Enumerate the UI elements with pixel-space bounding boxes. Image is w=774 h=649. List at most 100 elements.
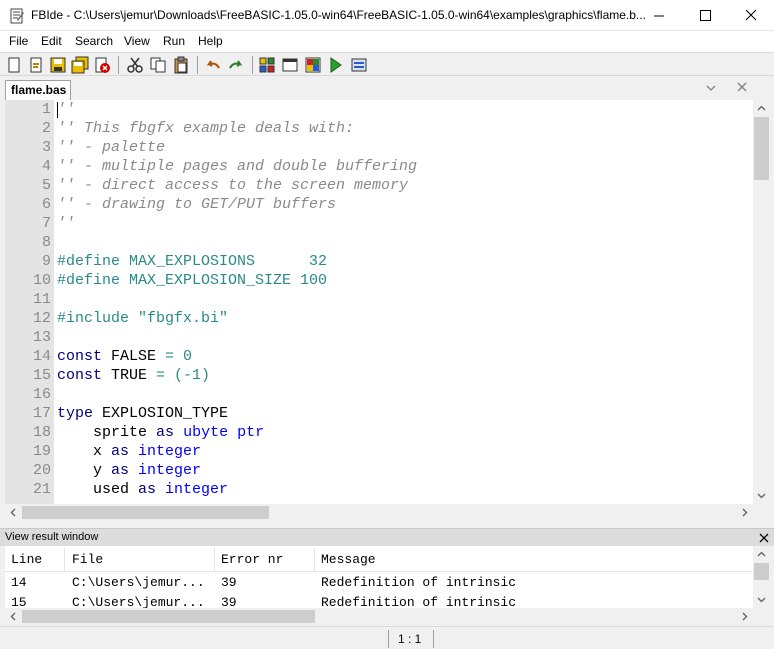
code-token: as [156,424,175,441]
scroll-down-icon[interactable] [753,487,770,504]
line-number: 12 [32,310,51,327]
code-token: '' - multiple pages and double buffering [57,158,418,175]
code-line[interactable]: 9 #define MAX_EXPLOSIONS 32 [5,252,753,271]
editor-horizontal-scrollbar[interactable] [5,504,770,521]
line-number: 19 [32,443,51,460]
menu-view[interactable]: View [124,34,150,48]
compile-run-button[interactable] [304,56,322,74]
tab-flame-bas[interactable]: flame.bas [5,80,71,100]
code-line[interactable]: 21 used as integer [5,480,753,499]
result-horizontal-scroll-thumb[interactable] [22,610,315,623]
result-vertical-scrollbar[interactable] [753,546,770,608]
close-tab-icon[interactable] [736,81,748,93]
code-line[interactable]: 15 const TRUE = (-1) [5,366,753,385]
code-line[interactable]: 4 '' - multiple pages and double bufferin… [5,157,753,176]
scroll-right-icon[interactable] [736,608,753,625]
cut-button[interactable] [126,56,144,74]
save-all-icon [71,56,89,74]
code-line[interactable]: 12 #include "fbgfx.bi" [5,309,753,328]
menu-help[interactable]: Help [198,34,223,48]
menu-run[interactable]: Run [163,34,185,48]
result-vertical-scroll-thumb[interactable] [754,563,769,580]
redo-button[interactable] [227,56,245,74]
scroll-up-icon[interactable] [753,546,770,563]
column-header-file[interactable]: File [72,552,103,567]
menu-file[interactable]: File [9,34,28,48]
save-all-button[interactable] [71,56,89,74]
code-line[interactable]: 2 '' This fbgfx example deals with: [5,119,753,138]
code-line[interactable]: 17 type EXPLOSION_TYPE [5,404,753,423]
console-button[interactable] [350,56,368,74]
column-divider[interactable] [314,548,315,572]
cell-line: 15 [11,595,27,608]
code-text: '' - palette [57,138,165,157]
line-number: 1 [41,101,51,118]
line-number: 5 [41,177,51,194]
code-line[interactable]: 19 x as integer [5,442,753,461]
copy-button[interactable] [149,56,167,74]
column-divider[interactable] [64,548,65,572]
output-window-button[interactable] [281,56,299,74]
code-line[interactable]: 10 #define MAX_EXPLOSION_SIZE 100 [5,271,753,290]
code-token: '' This fbgfx example deals with: [57,120,355,137]
line-number: 15 [32,367,51,384]
close-file-button[interactable] [93,56,111,74]
new-file-button[interactable] [5,56,23,74]
scroll-left-icon[interactable] [5,608,22,625]
line-number: 9 [41,253,51,270]
close-window-button[interactable] [728,0,774,31]
code-line[interactable]: 11 [5,290,753,309]
scroll-left-icon[interactable] [5,504,22,521]
column-header-message[interactable]: Message [321,552,376,567]
paste-button[interactable] [172,56,190,74]
code-token: as [111,462,130,479]
column-header-error-nr[interactable]: Error nr [221,552,283,567]
code-line[interactable]: 1 '' [5,100,753,119]
undo-button[interactable] [204,56,222,74]
code-line[interactable]: 20 y as integer [5,461,753,480]
editor-horizontal-scroll-thumb[interactable] [22,506,269,519]
chevron-down-icon[interactable] [705,83,717,93]
run-icon [330,57,342,73]
run-button[interactable] [327,56,345,74]
scroll-up-icon[interactable] [753,100,770,117]
line-number: 4 [41,158,51,175]
minimize-button[interactable] [636,0,682,31]
open-file-button[interactable] [27,56,45,74]
code-line[interactable]: 7 '' [5,214,753,233]
code-line[interactable]: 13 [5,328,753,347]
column-header-line[interactable]: Line [11,552,42,567]
code-editor[interactable]: 1 '' 2 '' This fbgfx example deals with: 3 ''… [5,100,753,504]
code-token: type [57,405,94,422]
code-line[interactable]: 3 '' - palette [5,138,753,157]
editor-vertical-scrollbar[interactable] [753,100,770,504]
line-number: 2 [41,120,51,137]
new-file-icon [8,57,20,73]
close-icon[interactable] [759,533,769,543]
menu-search[interactable]: Search [75,34,113,48]
code-line[interactable]: 8 [5,233,753,252]
editor-vertical-scroll-thumb[interactable] [754,117,769,180]
scroll-down-icon[interactable] [753,591,770,608]
save-button[interactable] [49,56,67,74]
code-text: '' - drawing to GET/PUT buffers [57,195,336,214]
compile-button[interactable] [258,56,276,74]
table-row[interactable]: 14 C:\Users\jemur... 39 Redefinition of … [5,572,753,592]
menu-edit[interactable]: Edit [41,34,62,48]
result-horizontal-scrollbar[interactable] [5,608,770,625]
column-divider[interactable] [214,548,215,572]
title-bar: FBIde - C:\Users\jemur\Downloads\FreeBAS… [0,0,774,31]
code-text: '' This fbgfx example deals with: [57,119,354,138]
code-line[interactable]: 6 '' - drawing to GET/PUT buffers [5,195,753,214]
table-row[interactable]: 15 C:\Users\jemur... 39 Redefinition of … [5,592,753,608]
scroll-right-icon[interactable] [736,504,753,521]
toolbar-separator [252,56,253,74]
code-line[interactable]: 16 [5,385,753,404]
code-line[interactable]: 18 sprite as ubyte ptr [5,423,753,442]
code-token: const [57,367,103,384]
code-line[interactable]: 5 '' - direct access to the screen memory [5,176,753,195]
redo-icon [229,60,243,69]
code-line[interactable]: 14 const FALSE = 0 [5,347,753,366]
maximize-button[interactable] [682,0,728,31]
cell-message: Redefinition of intrinsic [321,595,517,608]
